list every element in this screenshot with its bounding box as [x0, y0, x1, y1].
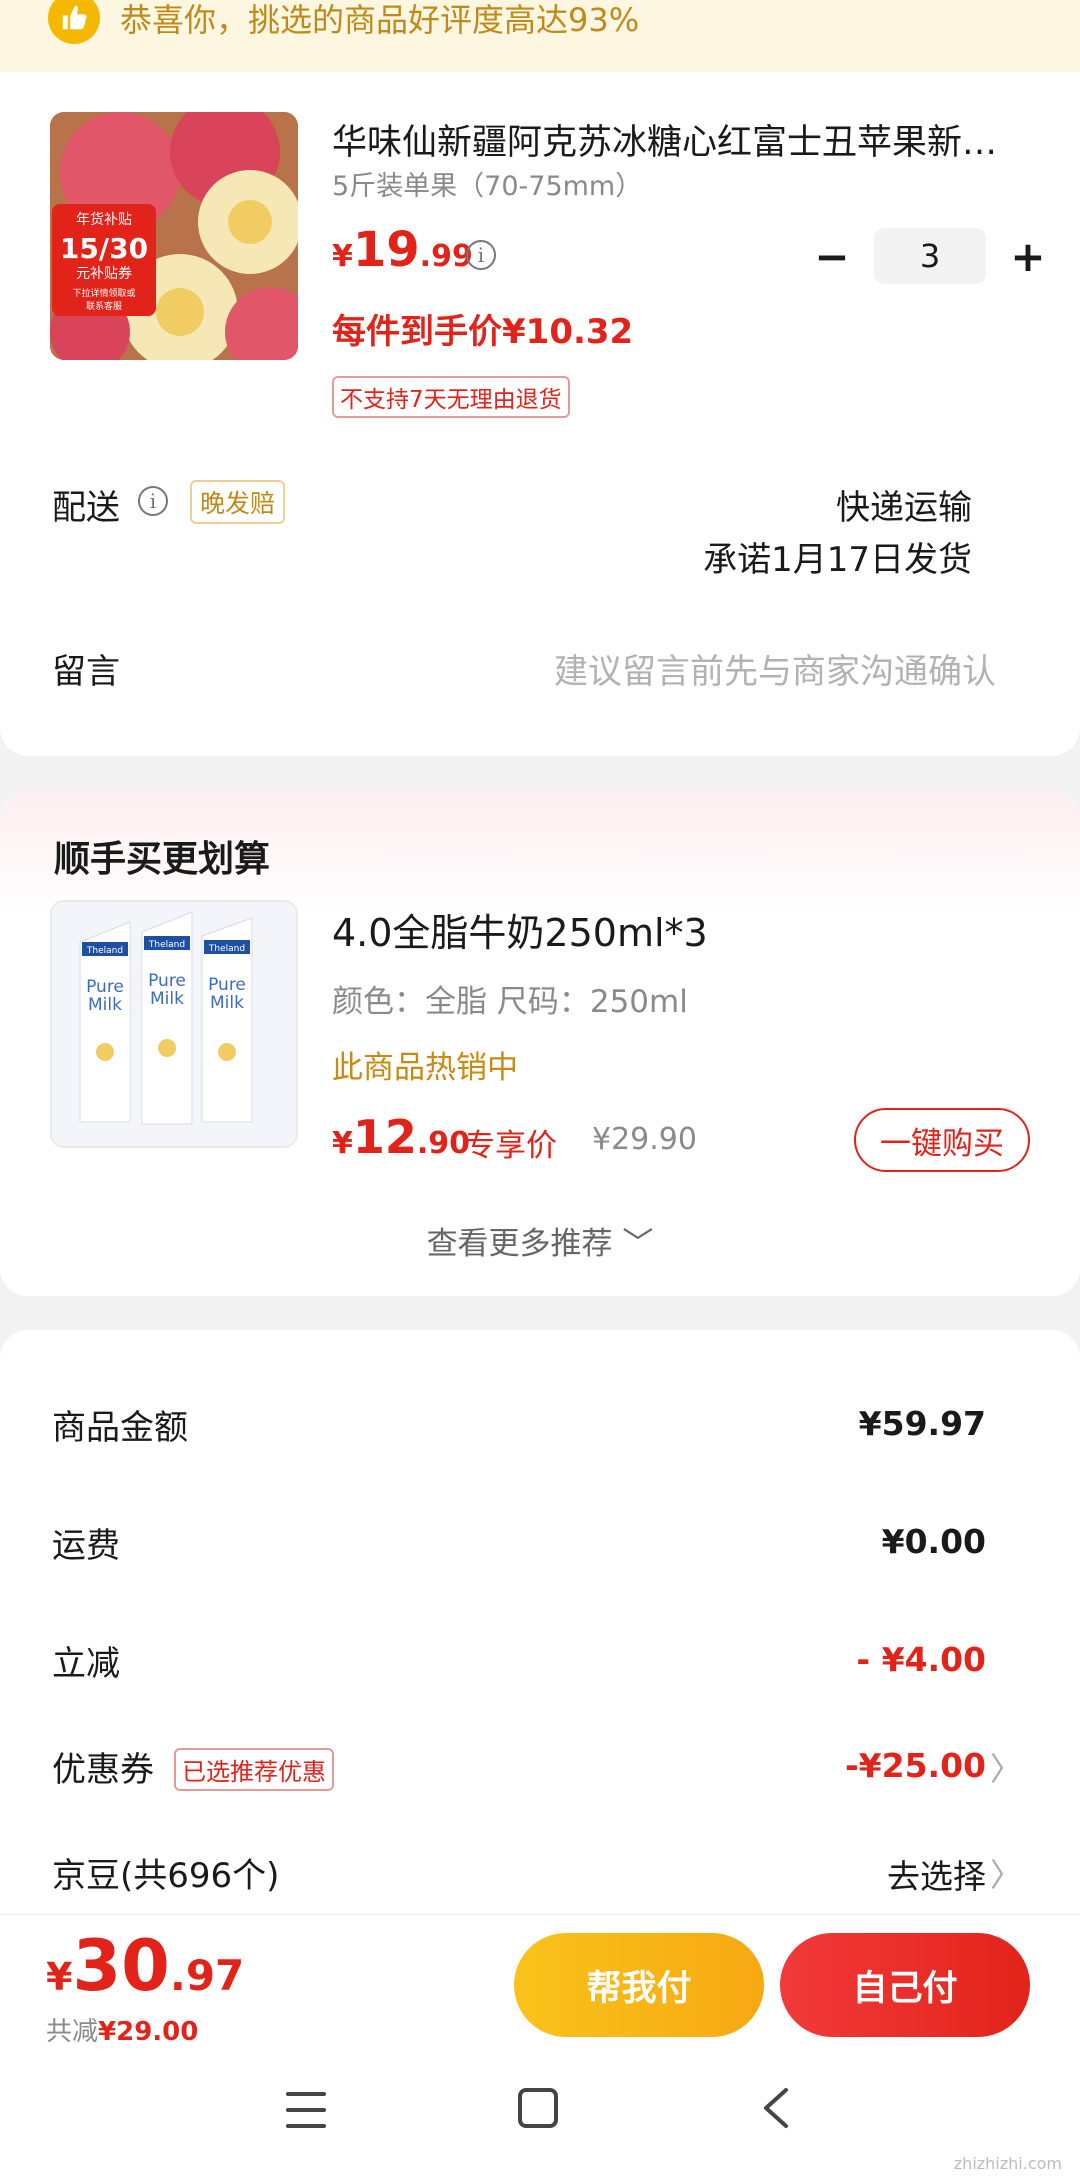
saved-label: 共减 [46, 2017, 99, 2047]
decrease-button[interactable]: − [812, 232, 852, 281]
price-integer: 19 [352, 222, 420, 278]
recommend-price: ¥ 12 .90 [332, 1110, 470, 1164]
coupon-badge: 已选推荐优惠 [174, 1748, 334, 1791]
instant-discount-value: - ¥4.00 [856, 1640, 986, 1679]
saved-value: ¥29.00 [98, 2017, 199, 2047]
order-product-card: 年货补贴 15/30 元补贴券 下拉详情领取或 联系客服 华味仙新疆阿克苏冰糖心… [0, 72, 1080, 756]
total-price: ¥ 30 .97 [46, 1925, 244, 2007]
milk-brand-3: Theland [208, 944, 245, 954]
delivery-promise[interactable]: 承诺1月17日发货 [703, 532, 972, 581]
image-badge-line1: 年货补贴 [76, 211, 132, 228]
one-click-buy-button[interactable]: 一键购买 [854, 1108, 1030, 1172]
checkout-bar: ¥ 30 .97 共减¥29.00 帮我付 自己付 [0, 1914, 1080, 2054]
return-policy-tag: 不支持7天无理由退货 [332, 376, 570, 418]
price-summary-card: 商品金额 ¥59.97 运费 ¥0.00 立减 - ¥4.00 优惠券 已选推荐… [0, 1330, 1080, 1930]
shipping-fee-label: 运费 [52, 1526, 120, 1566]
milk-brand-1: Theland [86, 946, 123, 956]
recommend-product-image[interactable]: Theland Theland Theland Pure Milk Pure M… [50, 900, 298, 1148]
thumbs-up-icon [48, 0, 100, 44]
coupon-value[interactable]: -¥25.00 [845, 1746, 986, 1785]
product-image[interactable]: 年货补贴 15/30 元补贴券 下拉详情领取或 联系客服 [50, 112, 298, 360]
milk-name-2b: Milk [150, 989, 184, 1009]
instant-discount-label: 立减 [52, 1644, 120, 1684]
coupon-label[interactable]: 优惠券 [52, 1742, 154, 1791]
price-currency: ¥ [332, 239, 353, 274]
total-saved: 共减¥29.00 [46, 2011, 198, 2048]
price-decimal: .99 [419, 239, 473, 274]
recommend-product-spec: 颜色：全脂 尺码：250ml [332, 984, 688, 1020]
help-pay-button[interactable]: 帮我付 [514, 1933, 764, 2037]
delivery-method[interactable]: 快递运输 [836, 480, 972, 529]
price-decimal: .90 [416, 1126, 471, 1161]
recent-apps-icon[interactable] [286, 2092, 326, 2128]
delivery-label: 配送 [52, 488, 120, 528]
image-badge-line2: 15/30 [60, 232, 148, 265]
jd-beans-select[interactable]: 去选择 [887, 1850, 986, 1898]
system-nav-bar: zhizhizhi.com [0, 2054, 1080, 2181]
recommend-product-title[interactable]: 4.0全脂牛奶250ml*3 [332, 902, 708, 957]
hot-sale-text: 此商品热销中 [332, 1050, 518, 1086]
milk-name-3b: Milk [210, 993, 244, 1013]
milk-name-1b: Milk [88, 995, 122, 1015]
chevron-right-icon[interactable]: 〉 [990, 1850, 1022, 1896]
watermark-text: zhizhizhi.com [953, 2154, 1062, 2173]
message-input[interactable]: 建议留言前先与商家沟通确认 [554, 644, 996, 693]
price-currency: ¥ [332, 1126, 353, 1161]
image-badge-line4: 下拉详情领取或 [72, 287, 135, 299]
quantity-stepper: − 3 + [812, 228, 1048, 284]
total-decimal: .97 [169, 1951, 245, 2000]
unit-price-text: 每件到手价¥10.32 [332, 312, 634, 352]
milk-brand-2: Theland [148, 940, 185, 950]
recommend-title: 顺手买更划算 [54, 839, 271, 880]
jd-beans-label[interactable]: 京豆(共696个) [52, 1848, 279, 1897]
product-spec[interactable]: 5斤装单果（70-75mm） [332, 164, 642, 203]
product-title[interactable]: 华味仙新疆阿克苏冰糖心红富士丑苹果新… [332, 114, 1032, 165]
late-compensation-badge: 晚发赔 [190, 480, 286, 524]
milk-name-2a: Pure [148, 971, 186, 991]
price-info-icon[interactable]: i [466, 240, 496, 270]
increase-button[interactable]: + [1008, 232, 1048, 281]
chevron-right-icon[interactable]: 〉 [990, 1744, 1022, 1790]
banner-text: 恭喜你，挑选的商品好评度高达93% [120, 1, 640, 39]
back-icon[interactable] [756, 2084, 796, 2132]
see-more-link[interactable]: 查看更多推荐 ﹀ [0, 1218, 1080, 1263]
product-price: ¥ 19 .99 [332, 222, 473, 278]
total-currency: ¥ [46, 1955, 73, 1999]
total-integer: 30 [72, 1925, 170, 2007]
delivery-info-icon[interactable]: i [138, 486, 168, 516]
exclusive-price-label: 专享价 [464, 1128, 557, 1164]
image-badge-line5: 联系客服 [86, 300, 122, 312]
price-integer: 12 [352, 1110, 417, 1164]
home-icon[interactable] [518, 2088, 558, 2128]
quantity-input[interactable]: 3 [874, 228, 986, 284]
goods-amount-label: 商品金额 [52, 1408, 188, 1448]
milk-name-1a: Pure [86, 977, 124, 997]
milk-name-3a: Pure [208, 975, 246, 995]
shipping-fee-value: ¥0.00 [881, 1522, 986, 1561]
self-pay-button[interactable]: 自己付 [780, 1933, 1030, 2037]
goods-amount-value: ¥59.97 [858, 1404, 986, 1443]
image-badge-line3: 元补贴券 [76, 266, 132, 282]
message-label: 留言 [52, 652, 120, 692]
top-banner: 恭喜你，挑选的商品好评度高达93% [0, 0, 1080, 72]
recommend-card: 顺手买更划算 Theland Theland Theland Pure Milk… [0, 790, 1080, 1296]
original-price: ¥29.90 [592, 1122, 697, 1157]
